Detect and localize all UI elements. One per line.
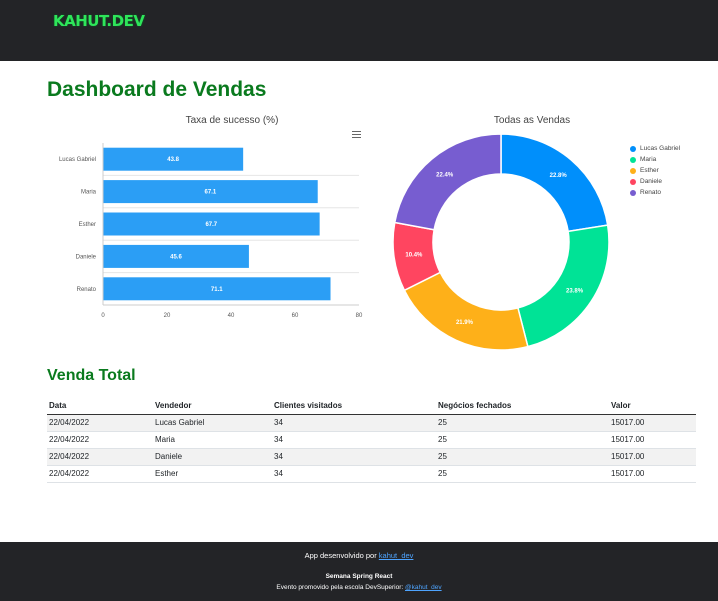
column-header-visits: Clientes visitados	[272, 398, 436, 415]
cell-visits: 34	[272, 465, 436, 483]
bar-value-label: 45.6	[170, 254, 182, 260]
sales-table: Data Vendedor Clientes visitados Negócio…	[47, 398, 696, 483]
category-label: Renato	[77, 287, 97, 293]
footer-school: Evento promovido pela escola DevSuperior…	[0, 584, 718, 591]
slice-value-label: 10.4%	[405, 252, 423, 258]
cell-seller: Lucas Gabriel	[153, 414, 272, 432]
bar-value-label: 43.8	[167, 157, 179, 163]
bar-value-label: 67.7	[205, 222, 217, 228]
legend-label: Daniele	[640, 178, 663, 185]
cell-visits: 34	[272, 448, 436, 466]
legend-label: Renato	[640, 189, 661, 196]
footer-school-link[interactable]: @kahut_dev	[405, 584, 442, 591]
bar-value-label: 67.1	[205, 190, 217, 196]
category-label: Esther	[79, 222, 96, 228]
footer-school-text: Evento promovido pela escola DevSuperior…	[276, 584, 406, 591]
donut-legend: Lucas Gabriel Maria Esther Daniele Renato	[630, 143, 680, 198]
x-tick-label: 40	[228, 313, 235, 319]
bar-value-label: 71.1	[211, 287, 223, 293]
cell-date: 22/04/2022	[47, 448, 153, 466]
cell-deals: 25	[436, 448, 609, 466]
cell-seller: Maria	[153, 431, 272, 449]
legend-item[interactable]: Lucas Gabriel	[630, 143, 680, 154]
slice-value-label: 22.4%	[436, 172, 454, 178]
table-row: 22/04/2022 Maria 34 25 15017.00	[47, 431, 696, 449]
footer-credit-text: App desenvolvido por	[304, 551, 379, 560]
cell-deals: 25	[436, 414, 609, 432]
legend-label: Maria	[640, 156, 657, 163]
x-tick-label: 20	[164, 313, 171, 319]
legend-item[interactable]: Maria	[630, 154, 680, 165]
bar	[103, 180, 318, 204]
category-label: Maria	[81, 190, 97, 196]
table-row: 22/04/2022 Daniele 34 25 15017.00	[47, 448, 696, 466]
sales-section-title: Venda Total	[47, 367, 136, 384]
table-row: 22/04/2022 Esther 34 25 15017.00	[47, 465, 696, 483]
slice-value-label: 21.9%	[456, 320, 474, 326]
cell-seller: Esther	[153, 465, 272, 483]
cell-seller: Daniele	[153, 448, 272, 466]
table-row: 22/04/2022 Lucas Gabriel 34 25 15017.00	[47, 414, 696, 432]
cell-date: 22/04/2022	[47, 414, 153, 432]
table-header-row: Data Vendedor Clientes visitados Negócio…	[47, 398, 696, 415]
footer-author-link[interactable]: kahut_dev	[379, 551, 414, 560]
legend-marker	[630, 167, 636, 174]
cell-amount: 15017.00	[609, 465, 696, 483]
legend-label: Lucas Gabriel	[640, 145, 681, 152]
column-header-amount: Valor	[609, 398, 696, 415]
cell-deals: 25	[436, 465, 609, 483]
brand-logo[interactable]: KAHUT.DEV	[53, 12, 145, 30]
legend-marker	[630, 189, 636, 196]
footer-credit: App desenvolvido por kahut_dev	[0, 551, 718, 560]
donut-slice	[500, 133, 609, 233]
bar	[103, 277, 331, 301]
legend-item[interactable]: Daniele	[630, 176, 680, 187]
cell-amount: 15017.00	[609, 431, 696, 449]
column-header-seller: Vendedor	[153, 398, 272, 415]
x-tick-label: 0	[101, 313, 105, 319]
donut-slice	[403, 271, 529, 351]
category-label: Lucas Gabriel	[59, 157, 96, 163]
legend-item[interactable]: Esther	[630, 165, 680, 176]
page-title: Dashboard de Vendas	[47, 78, 267, 101]
cell-visits: 34	[272, 431, 436, 449]
donut-slice	[392, 221, 442, 292]
slice-value-label: 23.8%	[566, 288, 584, 294]
x-tick-label: 60	[292, 313, 299, 319]
bar	[103, 147, 244, 171]
legend-item[interactable]: Renato	[630, 187, 680, 198]
legend-marker	[630, 156, 636, 163]
bar	[103, 244, 249, 268]
bar-chart-title: Taxa de sucesso (%)	[185, 115, 279, 126]
chart-menu-icon[interactable]	[352, 131, 361, 138]
cell-amount: 15017.00	[609, 448, 696, 466]
footer-event-name: Semana Spring React	[325, 573, 393, 580]
cell-amount: 15017.00	[609, 414, 696, 432]
donut-slice	[516, 224, 610, 348]
cell-date: 22/04/2022	[47, 431, 153, 449]
cell-deals: 25	[436, 431, 609, 449]
bar	[103, 212, 320, 236]
top-navbar: KAHUT.DEV	[0, 0, 718, 61]
column-header-date: Data	[47, 398, 153, 415]
donut-chart-title: Todas as Vendas	[493, 115, 571, 126]
legend-marker	[630, 178, 636, 185]
slice-value-label: 22.8%	[550, 173, 568, 179]
donut-slice	[393, 133, 502, 231]
x-tick-label: 80	[356, 313, 363, 319]
cell-date: 22/04/2022	[47, 465, 153, 483]
footer: App desenvolvido por kahut_dev Semana Sp…	[0, 542, 718, 601]
legend-marker	[630, 145, 636, 152]
category-label: Daniele	[76, 254, 97, 260]
cell-visits: 34	[272, 414, 436, 432]
legend-label: Esther	[640, 167, 659, 174]
column-header-deals: Negócios fechados	[436, 398, 609, 415]
